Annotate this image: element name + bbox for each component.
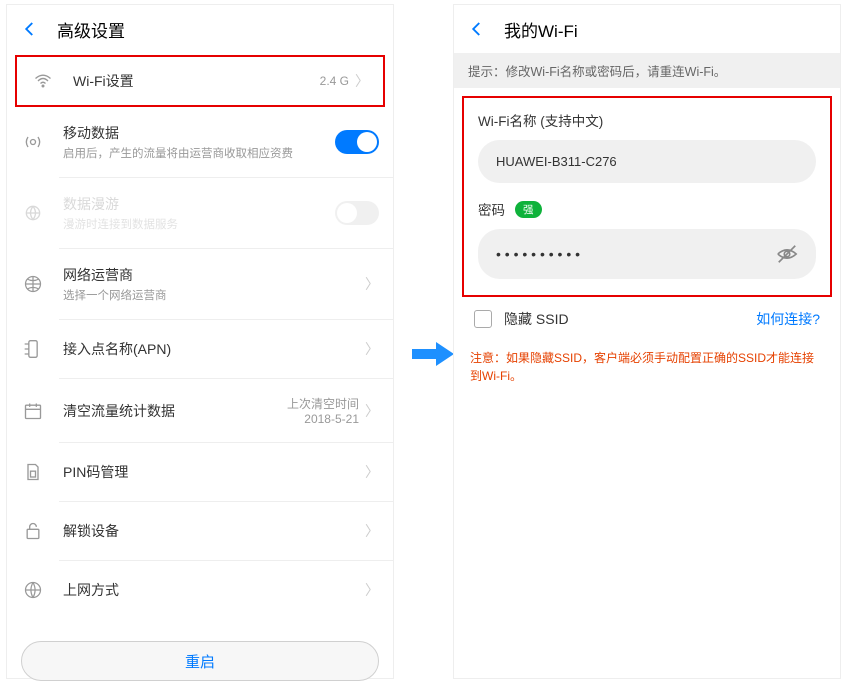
- chevron-right-icon: 〉: [365, 401, 379, 421]
- item-value: 上次清空时间 2018-5-21: [287, 395, 359, 426]
- data-roaming-row[interactable]: 数据漫游 漫游时连接到数据服务: [7, 178, 393, 248]
- item-title: 清空流量统计数据: [63, 401, 287, 421]
- pwd-label-text: 密码: [478, 199, 505, 219]
- chevron-right-icon: 〉: [365, 521, 379, 541]
- apn-row[interactable]: 接入点名称(APN) 〉: [7, 320, 393, 378]
- item-title: 解锁设备: [63, 521, 365, 541]
- roaming-toggle[interactable]: [335, 201, 379, 225]
- value-label: 上次清空时间: [287, 395, 359, 412]
- mobile-data-icon: [21, 132, 45, 152]
- header-right: 我的Wi-Fi: [454, 5, 840, 53]
- calendar-icon: [21, 401, 45, 421]
- unlock-row[interactable]: 解锁设备 〉: [7, 502, 393, 560]
- warning-text: 注意：如果隐藏SSID，客户端必须手动配置正确的SSID才能连接到Wi-Fi。: [454, 341, 840, 393]
- pin-row[interactable]: PIN码管理 〉: [7, 443, 393, 501]
- globe-icon: [21, 274, 45, 294]
- wifi-name-input[interactable]: HUAWEI-B311-C276: [478, 140, 816, 183]
- page-title: 高级设置: [57, 17, 125, 42]
- clear-stats-row[interactable]: 清空流量统计数据 上次清空时间 2018-5-21 〉: [7, 379, 393, 442]
- chevron-right-icon: 〉: [365, 580, 379, 600]
- lock-icon: [21, 521, 45, 541]
- item-title: 网络运营商: [63, 265, 365, 285]
- strength-badge: 强: [515, 201, 542, 218]
- item-title: 接入点名称(APN): [63, 339, 365, 359]
- carrier-row[interactable]: 网络运营商 选择一个网络运营商 〉: [7, 249, 393, 319]
- password-value: • • • • • • • • • •: [496, 246, 776, 262]
- page-title: 我的Wi-Fi: [504, 17, 578, 42]
- item-subtitle: 启用后，产生的流量将由运营商收取相应资费: [63, 145, 335, 161]
- item-title: Wi-Fi设置: [73, 71, 320, 91]
- chevron-right-icon: 〉: [365, 339, 379, 359]
- how-connect-link[interactable]: 如何连接?: [756, 309, 820, 329]
- wifi-icon: [31, 71, 55, 91]
- back-icon[interactable]: [21, 20, 39, 38]
- chevron-right-icon: 〉: [365, 274, 379, 294]
- restart-label: 重启: [185, 651, 215, 672]
- mobile-data-row[interactable]: 移动数据 启用后，产生的流量将由运营商收取相应资费: [7, 107, 393, 177]
- chevron-right-icon: 〉: [355, 71, 369, 91]
- mobile-data-toggle[interactable]: [335, 130, 379, 154]
- eye-off-icon[interactable]: [776, 243, 798, 265]
- sim-icon: [21, 462, 45, 482]
- restart-button[interactable]: 重启: [21, 641, 379, 681]
- hint-text: 提示：修改Wi-Fi名称或密码后，请重连Wi-Fi。: [454, 53, 840, 88]
- item-title: 移动数据: [63, 123, 335, 143]
- back-icon[interactable]: [468, 20, 486, 38]
- item-subtitle: 漫游时连接到数据服务: [63, 216, 335, 232]
- arrow-right-icon: [412, 340, 454, 368]
- chevron-right-icon: 〉: [365, 462, 379, 482]
- item-title: 上网方式: [63, 580, 365, 600]
- item-title: 数据漫游: [63, 194, 335, 214]
- hide-ssid-checkbox[interactable]: [474, 310, 492, 328]
- wifi-settings-row[interactable]: Wi-Fi设置 2.4 G 〉: [17, 57, 383, 105]
- highlighted-wifi-row: Wi-Fi设置 2.4 G 〉: [15, 55, 385, 107]
- wifi-name-label: Wi-Fi名称 (支持中文): [478, 110, 816, 130]
- wifi-form-highlight: Wi-Fi名称 (支持中文) HUAWEI-B311-C276 密码 强 • •…: [462, 96, 832, 297]
- connection-mode-row[interactable]: 上网方式 〉: [7, 561, 393, 619]
- password-label: 密码 强: [478, 199, 816, 219]
- wifi-name-value: HUAWEI-B311-C276: [496, 154, 798, 169]
- globe2-icon: [21, 580, 45, 600]
- hide-ssid-label: 隐藏 SSID: [504, 309, 756, 329]
- item-subtitle: 选择一个网络运营商: [63, 287, 365, 303]
- value-text: 2018-5-21: [287, 412, 359, 426]
- my-wifi-screen: 我的Wi-Fi 提示：修改Wi-Fi名称或密码后，请重连Wi-Fi。 Wi-Fi…: [453, 4, 841, 679]
- item-value: 2.4 G: [320, 74, 349, 88]
- hide-ssid-row: 隐藏 SSID 如何连接?: [454, 305, 840, 341]
- item-title: PIN码管理: [63, 462, 365, 482]
- header-left: 高级设置: [7, 5, 393, 53]
- advanced-settings-screen: 高级设置 Wi-Fi设置 2.4 G 〉 移动数据 启用后，产生的流量将由运营商…: [6, 4, 394, 679]
- apn-icon: [21, 339, 45, 359]
- password-input[interactable]: • • • • • • • • • •: [478, 229, 816, 279]
- roaming-icon: [21, 203, 45, 223]
